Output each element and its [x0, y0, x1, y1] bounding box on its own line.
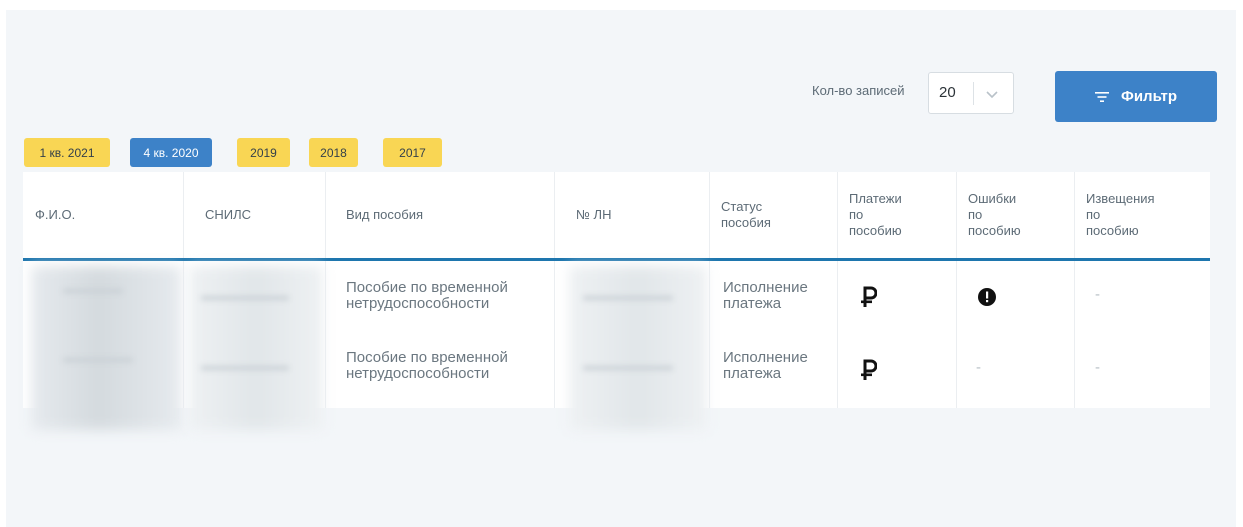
redacted-text [583, 296, 673, 300]
cell-line: Исполнение [723, 279, 808, 296]
table-row-1-benefit-type: Пособие по временной нетрудоспособности [346, 280, 508, 312]
column-header-label: Статус пособия [721, 199, 771, 231]
period-chip-label: 1 кв. 2021 [39, 145, 95, 160]
column-header-line: Статус [721, 199, 763, 214]
column-header-label: СНИЛС [205, 207, 252, 222]
column-header-label: Ошибки по пособию [968, 191, 1021, 239]
cell-line: Пособие по временной [346, 349, 508, 366]
chevron-down-icon [986, 91, 998, 99]
redacted-text [201, 296, 289, 300]
period-chip-label: 2019 [250, 145, 277, 160]
column-header-fio[interactable]: Ф.И.О. [23, 172, 183, 258]
header-underline [23, 258, 1210, 261]
redacted-text [63, 358, 133, 362]
column-divider [325, 172, 326, 408]
column-header-line: по [1086, 207, 1101, 222]
filter-icon [1095, 91, 1110, 102]
table-row-1-status: Исполнение платежа [723, 280, 808, 312]
table-row-1-notices: - [1095, 286, 1100, 303]
column-divider [554, 172, 555, 408]
column-header-label: Вид пособия [346, 207, 424, 222]
records-count-select[interactable]: 20 [928, 72, 1014, 114]
filter-button-label: Фильтр [1121, 88, 1177, 105]
period-chip-2017[interactable]: 2017 [383, 138, 442, 167]
redacted-text [201, 366, 289, 370]
cell-line: платежа [723, 365, 782, 382]
period-chip-label: 2018 [320, 145, 347, 160]
column-header-notices[interactable]: Извещения по пособию [1074, 172, 1210, 258]
column-header-line: Ошибки [968, 191, 1017, 206]
ruble-icon[interactable] [861, 286, 877, 308]
column-header-status[interactable]: Статус пособия [709, 172, 837, 258]
select-divider [973, 82, 974, 105]
column-header-ln-number[interactable]: № ЛН [564, 172, 709, 258]
cell-line: Пособие по временной [346, 279, 508, 296]
period-chip-label: 4 кв. 2020 [143, 145, 199, 160]
redacted-text [583, 366, 673, 370]
cell-line: платежа [723, 295, 782, 312]
column-divider [183, 172, 184, 408]
column-header-label: № ЛН [576, 207, 612, 222]
cell-line: Исполнение [723, 349, 808, 366]
column-header-label: Извещения по пособию [1086, 191, 1155, 239]
column-header-line: по [849, 207, 864, 222]
redacted-snils [189, 266, 323, 430]
period-chip-label: 2017 [399, 145, 426, 160]
column-header-label: Ф.И.О. [35, 207, 76, 222]
period-chip-2019[interactable]: 2019 [237, 138, 290, 167]
exclamation-icon[interactable] [978, 288, 996, 306]
column-header-errors[interactable]: Ошибки по пособию [956, 172, 1074, 258]
records-count-label: Кол-во записей [812, 83, 905, 98]
ruble-icon[interactable] [861, 359, 877, 381]
column-header-line: пособию [968, 223, 1021, 238]
cell-line: нетрудоспособности [346, 295, 490, 312]
table-row-2-benefit-type: Пособие по временной нетрудоспособности [346, 350, 508, 382]
column-header-line: пособию [849, 223, 902, 238]
column-header-line: пособию [1086, 223, 1139, 238]
column-header-line: по [968, 207, 983, 222]
column-header-line: Платежи [849, 191, 902, 206]
benefits-table: Ф.И.О. СНИЛС Вид пособия № ЛН Статус пос… [23, 172, 1210, 430]
records-count-value: 20 [939, 84, 956, 101]
column-header-label: Платежи по пособию [849, 191, 902, 239]
redacted-ln-number [569, 266, 707, 430]
period-chip-4kv-2020[interactable]: 4 кв. 2020 [130, 138, 212, 167]
table-row-2-errors: - [976, 359, 981, 376]
column-header-line: Извещения [1086, 191, 1155, 206]
redacted-text [63, 289, 123, 293]
period-chip-1kv-2021[interactable]: 1 кв. 2021 [24, 138, 110, 167]
cell-line: нетрудоспособности [346, 365, 490, 382]
column-header-payments[interactable]: Платежи по пособию [837, 172, 956, 258]
column-header-snils[interactable]: СНИЛС [193, 172, 325, 258]
table-row-2-status: Исполнение платежа [723, 350, 808, 382]
column-header-benefit-type[interactable]: Вид пособия [334, 172, 554, 258]
column-header-line: пособия [721, 215, 771, 230]
table-row-2-notices: - [1095, 359, 1100, 376]
filter-button[interactable]: Фильтр [1055, 71, 1217, 122]
period-chip-2018[interactable]: 2018 [309, 138, 358, 167]
